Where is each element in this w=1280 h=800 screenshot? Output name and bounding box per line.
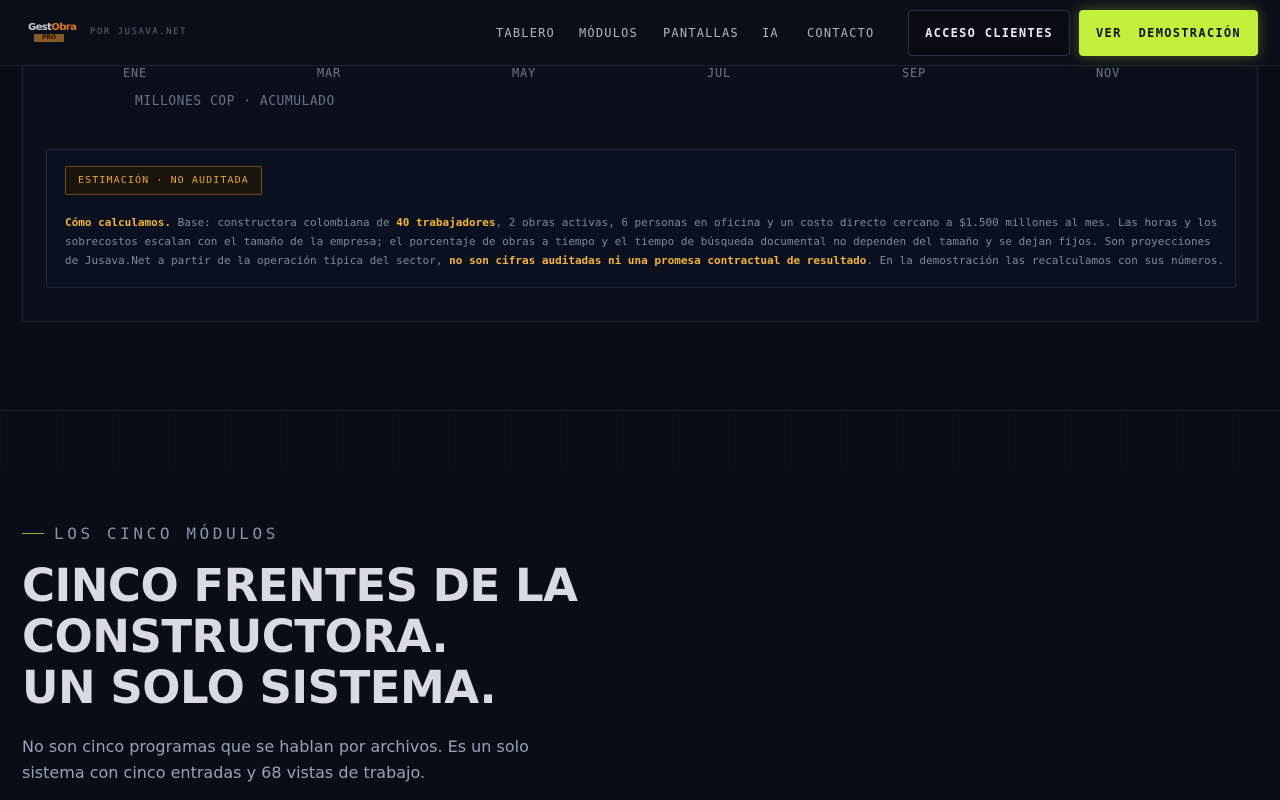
x-axis-tick: NOV — [1096, 66, 1121, 80]
gestobra-logo[interactable]: GestObra PRO — [28, 22, 77, 44]
nav-link-ia[interactable]: IA — [762, 26, 779, 40]
byline: POR JUSAVA.NET — [90, 27, 187, 37]
x-axis-tick: JUL — [707, 66, 732, 80]
nav-link-modulos[interactable]: MÓDULOS — [579, 26, 638, 40]
x-axis-tick: SEP — [902, 66, 927, 80]
eyebrow-dash — [22, 532, 44, 534]
nav-link-contacto[interactable]: CONTACTO — [807, 26, 874, 40]
logo-pro-badge: PRO — [34, 34, 64, 42]
section-headline: CINCO FRENTES DE LA CONSTRUCTORA. UN SOL… — [22, 559, 578, 714]
nav-link-pantallas[interactable]: PANTALLAS — [663, 26, 739, 40]
nav-link-tablero[interactable]: TABLERO — [496, 26, 555, 40]
highlight-disclaimer: no son cifras auditadas ni una promesa c… — [449, 254, 867, 267]
x-axis-tick: ENE — [123, 66, 148, 80]
logo-wordmark: GestObra — [28, 22, 77, 33]
methodology-lead: Cómo calculamos. — [65, 216, 171, 229]
top-nav: GestObra PRO POR JUSAVA.NET TABLERO MÓDU… — [0, 0, 1280, 66]
section-eyebrow: LOS CINCO MÓDULOS — [22, 523, 279, 543]
x-axis-tick: MAR — [317, 66, 342, 80]
x-axis-tick: MAY — [512, 66, 537, 80]
savings-chart-card: ENE MAR MAY JUL SEP NOV MILLONES COP · A… — [22, 40, 1258, 322]
client-access-button[interactable]: ACCESO CLIENTES — [908, 10, 1070, 56]
methodology-note: ESTIMACIÓN · NO AUDITADA Cómo calculamos… — [46, 149, 1236, 288]
section-lead: No son cinco programas que se hablan por… — [22, 737, 529, 782]
methodology-text: Cómo calculamos. Base: constructora colo… — [65, 216, 1224, 267]
highlight-workers: 40 trabajadores — [396, 216, 496, 229]
section-divider — [0, 410, 1280, 470]
estimate-badge: ESTIMACIÓN · NO AUDITADA — [65, 166, 262, 195]
demo-button[interactable]: VER DEMOSTRACIÓN — [1079, 10, 1258, 56]
chart-unit-label: MILLONES COP · ACUMULADO — [135, 94, 335, 109]
